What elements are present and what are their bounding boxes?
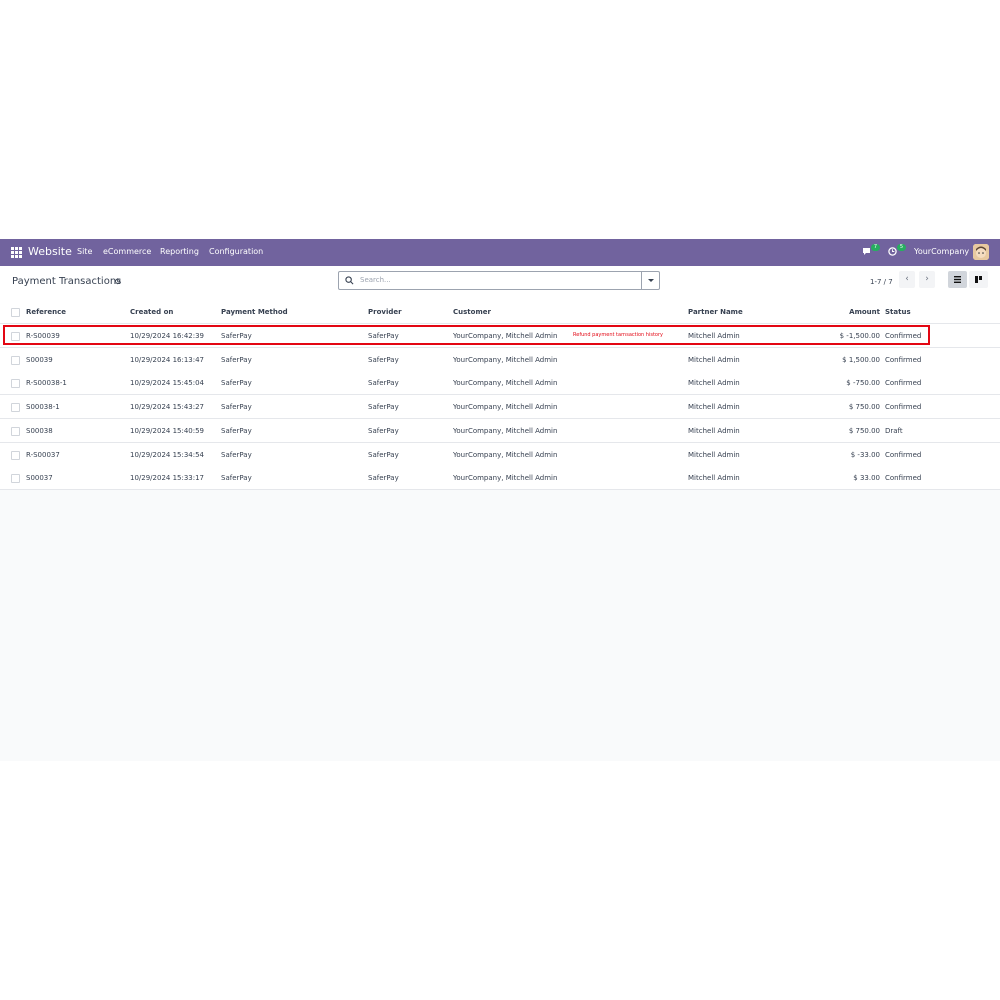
row-checkbox[interactable]: [11, 450, 20, 460]
cell-partner-name: Mitchell Admin: [688, 379, 740, 388]
chevron-down-icon[interactable]: [641, 272, 659, 289]
table-header: Reference Created on Payment Method Prov…: [0, 301, 1000, 324]
menu-site[interactable]: Site: [77, 247, 92, 256]
cell-provider: SaferPay: [368, 426, 399, 435]
column-status[interactable]: Status: [885, 308, 911, 316]
cell-created-on: 10/29/2024 16:13:47: [130, 355, 205, 364]
cell-customer: YourCompany, Mitchell Admin: [453, 426, 558, 435]
cell-provider: SaferPay: [368, 403, 399, 412]
cell-partner-name: Mitchell Admin: [688, 426, 740, 435]
row-checkbox[interactable]: [11, 379, 20, 389]
pager-next-button[interactable]: ›: [919, 271, 935, 288]
cell-reference: R-S00038-1: [26, 379, 67, 388]
select-all-checkbox[interactable]: [11, 308, 20, 317]
search-icon: [345, 276, 354, 285]
cell-amount: $ -750.00: [846, 379, 880, 388]
cell-created-on: 10/29/2024 15:34:54: [130, 450, 205, 459]
column-provider[interactable]: Provider: [368, 308, 402, 316]
clock-icon[interactable]: [888, 247, 897, 256]
cell-amount: $ -33.00: [850, 450, 880, 459]
table-row[interactable]: S00039 10/29/2024 16:13:47 SaferPay SaferPa…: [0, 347, 1000, 372]
cell-provider: SaferPay: [368, 355, 399, 364]
cell-reference: S00038: [26, 426, 53, 435]
control-panel: Payment Transactions ⚙ Search... 1-7 / 7…: [0, 266, 1000, 302]
row-checkbox[interactable]: [11, 355, 20, 365]
cell-partner-name: Mitchell Admin: [688, 450, 740, 459]
cell-payment-method: SaferPay: [221, 426, 252, 435]
kanban-view-button[interactable]: [969, 271, 988, 288]
cell-payment-method: SaferPay: [221, 450, 252, 459]
search-input[interactable]: Search...: [360, 276, 391, 284]
gear-icon[interactable]: ⚙: [114, 277, 121, 286]
table-row[interactable]: S00038-1 10/29/2024 15:43:27 SaferPay Safer…: [0, 395, 1000, 420]
cell-customer: YourCompany, Mitchell Admin: [453, 474, 558, 483]
cell-payment-method: SaferPay: [221, 403, 252, 412]
cell-partner-name: Mitchell Admin: [688, 403, 740, 412]
cell-reference: S00038-1: [26, 403, 60, 412]
cell-provider: SaferPay: [368, 474, 399, 483]
column-reference[interactable]: Reference: [26, 308, 66, 316]
row-checkbox[interactable]: [11, 426, 20, 436]
cell-amount: $ 750.00: [848, 403, 880, 412]
cell-created-on: 10/29/2024 15:33:17: [130, 474, 205, 483]
top-navbar: Website Site eCommerce Reporting Configu…: [0, 239, 1000, 266]
cell-reference: S00039: [26, 355, 53, 364]
pager-value[interactable]: 1-7 / 7: [870, 278, 893, 286]
cell-payment-method: SaferPay: [221, 474, 252, 483]
cell-partner-name: Mitchell Admin: [688, 355, 740, 364]
list-icon: [954, 276, 961, 283]
cell-status: Confirmed: [885, 403, 922, 412]
menu-reporting[interactable]: Reporting: [160, 247, 199, 256]
cell-amount: $ 750.00: [848, 426, 880, 435]
search-bar[interactable]: Search...: [338, 271, 660, 290]
column-payment-method[interactable]: Payment Method: [221, 308, 288, 316]
column-customer[interactable]: Customer: [453, 308, 491, 316]
row-checkbox[interactable]: [11, 474, 20, 484]
cell-provider: SaferPay: [368, 379, 399, 388]
table-row[interactable]: R-S00037 10/29/2024 15:34:54 SaferPay Safer…: [0, 442, 1000, 467]
apps-grid-icon[interactable]: [11, 247, 22, 258]
cell-status: Confirmed: [885, 355, 922, 364]
table-row[interactable]: S00037 10/29/2024 15:33:17 SaferPay SaferPa…: [0, 466, 1000, 491]
cell-created-on: 10/29/2024 15:45:04: [130, 379, 205, 388]
list-view-button[interactable]: [948, 271, 967, 288]
app-window: Website Site eCommerce Reporting Configu…: [0, 239, 1000, 761]
column-partner-name[interactable]: Partner Name: [688, 308, 743, 316]
pager-previous-button[interactable]: ‹: [899, 271, 915, 288]
page-title: Payment Transactions: [12, 276, 122, 287]
activities-badge: 5: [897, 244, 906, 251]
cell-amount: $ 33.00: [853, 474, 880, 483]
table-row[interactable]: S00038 10/29/2024 15:40:59 SaferPay SaferPa…: [0, 418, 1000, 443]
cell-status: Confirmed: [885, 474, 922, 483]
cell-status: Confirmed: [885, 450, 922, 459]
cell-provider: SaferPay: [368, 450, 399, 459]
cell-payment-method: SaferPay: [221, 355, 252, 364]
app-name[interactable]: Website: [28, 245, 72, 258]
cell-status: Confirmed: [885, 379, 922, 388]
cell-customer: YourCompany, Mitchell Admin: [453, 403, 558, 412]
cell-created-on: 10/29/2024 15:43:27: [130, 403, 205, 412]
cell-customer: YourCompany, Mitchell Admin: [453, 379, 558, 388]
cell-amount: $ 1,500.00: [842, 355, 880, 364]
cell-customer: YourCompany, Mitchell Admin: [453, 355, 558, 364]
cell-reference: R-S00037: [26, 450, 60, 459]
cell-partner-name: Mitchell Admin: [688, 474, 740, 483]
avatar[interactable]: [973, 244, 989, 260]
menu-ecommerce[interactable]: eCommerce: [103, 247, 151, 256]
column-amount[interactable]: Amount: [820, 308, 880, 316]
company-switcher[interactable]: YourCompany: [914, 247, 969, 256]
cell-payment-method: SaferPay: [221, 379, 252, 388]
cell-created-on: 10/29/2024 15:40:59: [130, 426, 205, 435]
row-checkbox[interactable]: [11, 403, 20, 413]
table-row[interactable]: R-S00038-1 10/29/2024 15:45:04 SaferPay Saf…: [0, 371, 1000, 396]
highlight-box: [3, 325, 930, 345]
column-created-on[interactable]: Created on: [130, 308, 173, 316]
kanban-icon: [975, 276, 982, 283]
messages-badge: 7: [871, 244, 880, 251]
cell-status: Draft: [885, 426, 903, 435]
cell-reference: S00037: [26, 474, 53, 483]
cell-customer: YourCompany, Mitchell Admin: [453, 450, 558, 459]
menu-configuration[interactable]: Configuration: [209, 247, 263, 256]
